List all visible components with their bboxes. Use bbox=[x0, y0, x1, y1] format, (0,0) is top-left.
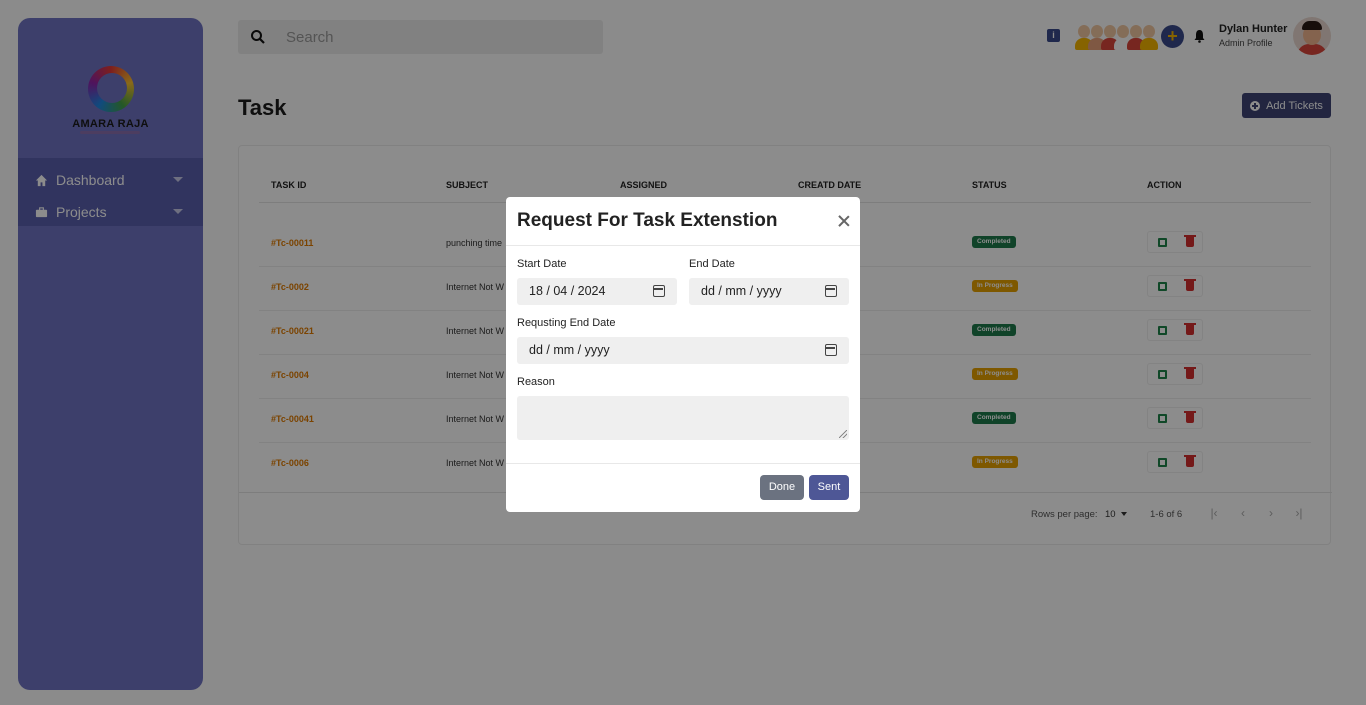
requesting-end-date-placeholder: dd / mm / yyyy bbox=[529, 343, 610, 357]
task-extension-modal: Request For Task Extenstion Start Date 1… bbox=[506, 197, 860, 512]
modal-title: Request For Task Extenstion bbox=[517, 210, 778, 231]
start-date-field[interactable]: 18 / 04 / 2024 bbox=[517, 278, 677, 305]
start-date-value: 18 / 04 / 2024 bbox=[529, 284, 606, 298]
end-date-field[interactable]: dd / mm / yyyy bbox=[689, 278, 849, 305]
resize-handle-icon[interactable] bbox=[839, 430, 847, 438]
end-date-label: End Date bbox=[689, 258, 735, 270]
requesting-end-date-field[interactable]: dd / mm / yyyy bbox=[517, 337, 849, 364]
close-icon[interactable] bbox=[837, 214, 851, 228]
calendar-icon[interactable] bbox=[653, 285, 665, 297]
start-date-label: Start Date bbox=[517, 258, 567, 270]
requesting-end-date-label: Requsting End Date bbox=[517, 317, 616, 329]
calendar-icon[interactable] bbox=[825, 285, 837, 297]
done-button[interactable]: Done bbox=[760, 475, 804, 500]
reason-textarea[interactable] bbox=[517, 396, 849, 440]
sent-button[interactable]: Sent bbox=[809, 475, 849, 500]
reason-label: Reason bbox=[517, 376, 555, 388]
calendar-icon[interactable] bbox=[825, 344, 837, 356]
end-date-placeholder: dd / mm / yyyy bbox=[701, 284, 782, 298]
